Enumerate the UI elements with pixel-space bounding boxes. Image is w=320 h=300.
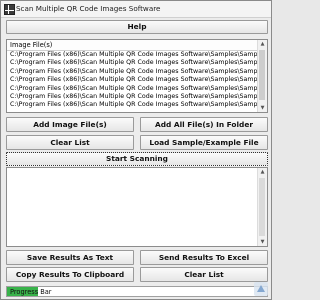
clear-results-button[interactable]: Clear List <box>140 267 268 282</box>
scroll-up-icon[interactable]: ▲ <box>258 168 267 176</box>
load-sample-label: Load Sample/Example File <box>149 138 259 147</box>
scroll-down-icon[interactable]: ▼ <box>258 238 267 246</box>
start-scanning-label: Start Scanning <box>106 154 168 163</box>
copy-clipboard-button[interactable]: Copy Results To Clipboard <box>6 267 134 282</box>
send-excel-label: Send Results To Excel <box>158 253 250 262</box>
scrollbar-thumb[interactable] <box>259 178 265 236</box>
list-item[interactable]: C:\Program Files (x86)\Scan Multiple QR … <box>7 68 259 76</box>
add-image-files-label: Add Image File(s) <box>33 120 107 129</box>
help-button-label: Help <box>127 22 147 31</box>
clear-results-label: Clear List <box>184 270 224 279</box>
list-item[interactable]: C:\Program Files (x86)\Scan Multiple QR … <box>7 101 259 109</box>
scrollbar-thumb[interactable] <box>259 50 265 100</box>
qr-code-icon <box>4 4 15 15</box>
list-item[interactable]: C:\Program Files (x86)\Scan Multiple QR … <box>7 51 259 59</box>
help-button[interactable]: Help <box>6 20 268 34</box>
list-item[interactable]: C:\Program Files (x86)\Scan Multiple QR … <box>7 76 259 84</box>
image-files-list[interactable]: Image File(s) C:\Program Files (x86)\Sca… <box>6 39 268 113</box>
load-sample-button[interactable]: Load Sample/Example File <box>140 135 268 150</box>
list-header: Image File(s) <box>7 40 267 51</box>
add-folder-button[interactable]: Add All File(s) In Folder <box>140 117 268 132</box>
app-window: Scan Multiple QR Code Images Software He… <box>0 0 272 300</box>
add-folder-label: Add All File(s) In Folder <box>155 120 253 129</box>
copy-clipboard-label: Copy Results To Clipboard <box>15 270 125 279</box>
list-item[interactable]: C:\Program Files (x86)\Scan Multiple QR … <box>7 59 259 67</box>
start-scanning-button[interactable]: Start Scanning <box>6 152 268 166</box>
list-item[interactable]: C:\Program Files (x86)\Scan Multiple QR … <box>7 85 259 93</box>
scroll-up-icon[interactable]: ▲ <box>258 40 267 48</box>
list-scrollbar[interactable]: ▲ ▼ <box>257 40 267 112</box>
results-scrollbar[interactable]: ▲ ▼ <box>257 168 267 246</box>
save-results-button[interactable]: Save Results As Text <box>6 250 134 265</box>
scroll-down-icon[interactable]: ▼ <box>258 104 267 112</box>
progress-bar: Progress Bar <box>6 286 268 297</box>
watermark-logo-icon <box>254 282 268 296</box>
save-results-label: Save Results As Text <box>26 253 114 262</box>
clear-list-button[interactable]: Clear List <box>6 135 134 150</box>
send-excel-button[interactable]: Send Results To Excel <box>140 250 268 265</box>
add-image-files-button[interactable]: Add Image File(s) <box>6 117 134 132</box>
clear-list-label: Clear List <box>50 138 90 147</box>
title-bar: Scan Multiple QR Code Images Software <box>1 1 271 18</box>
list-rows: C:\Program Files (x86)\Scan Multiple QR … <box>7 51 259 110</box>
window-title: Scan Multiple QR Code Images Software <box>16 4 161 13</box>
list-item[interactable]: C:\Program Files (x86)\Scan Multiple QR … <box>7 93 259 101</box>
progress-label: Progress Bar <box>10 288 52 296</box>
results-textarea[interactable]: ▲ ▼ <box>6 167 268 247</box>
